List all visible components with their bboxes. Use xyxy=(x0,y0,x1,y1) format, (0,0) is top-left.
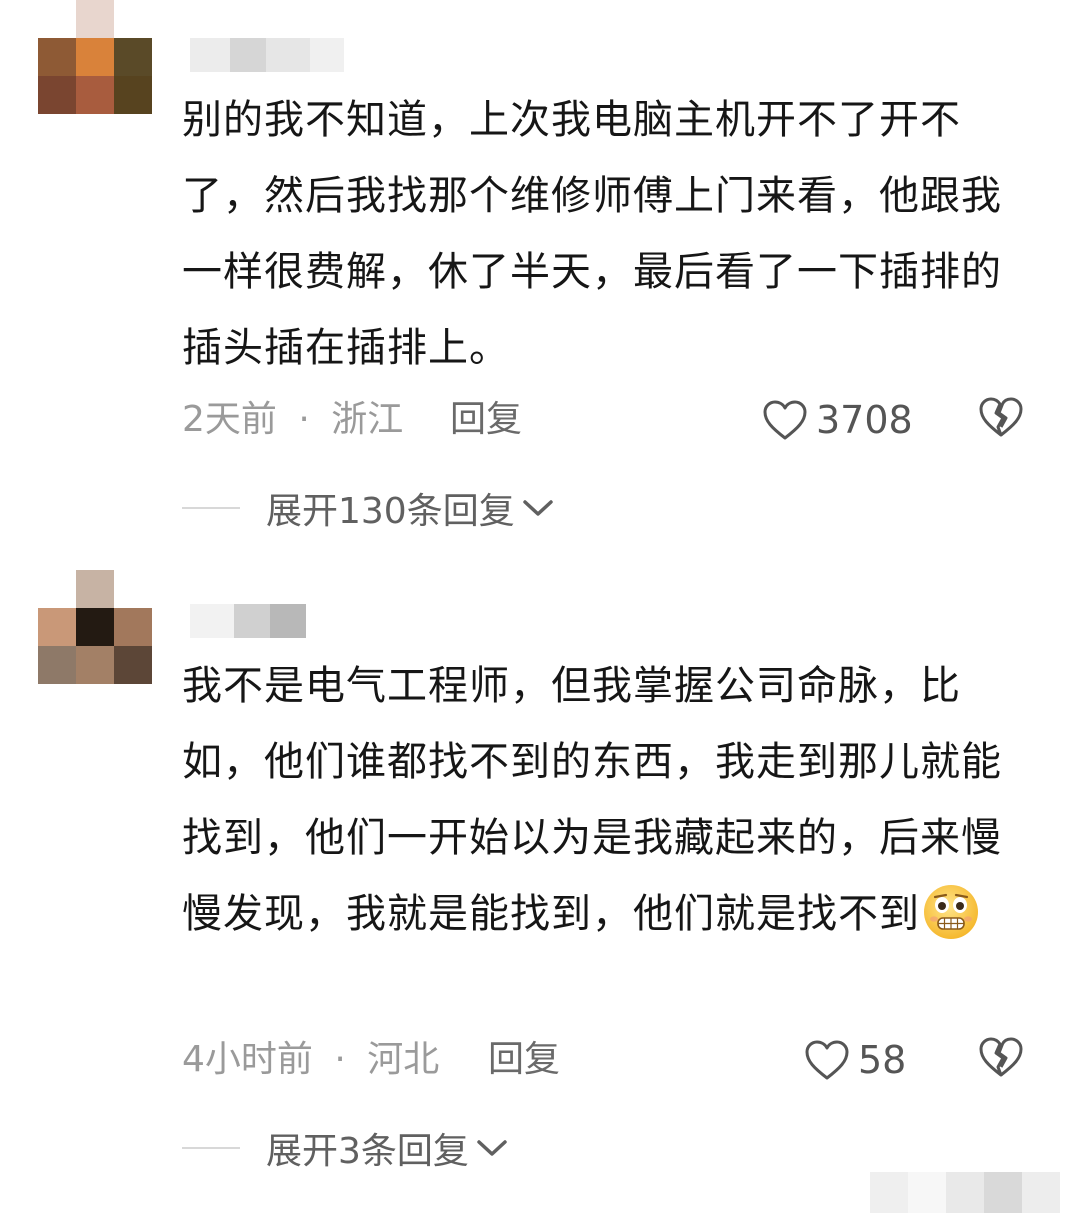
dislike-button[interactable] xyxy=(978,1036,1024,1097)
grimacing-face-emoji xyxy=(922,883,980,941)
avatar-pixel xyxy=(38,0,76,38)
broken-heart-icon xyxy=(978,1037,1024,1087)
comment-location: 河北 xyxy=(367,1039,440,1080)
comment-text-body: 我不是电气工程师，但我掌握公司命脉，比如，他们谁都找不到的东西，我走到那儿就能找… xyxy=(182,663,1002,937)
meta-separator: · xyxy=(334,1039,346,1080)
expand-divider xyxy=(182,507,240,509)
expand-replies-label: 展开130条回复 xyxy=(266,491,515,532)
comment-text: 别的我不知道，上次我电脑主机开不了开不了，然后我找那个维修师傅上门来看，他跟我一… xyxy=(182,97,1002,371)
comment-meta: 4小时前 · 河北 回复 58 xyxy=(182,1030,1042,1090)
username-blurred[interactable] xyxy=(190,38,344,72)
avatar[interactable] xyxy=(38,0,152,114)
expand-replies-label: 展开3条回复 xyxy=(266,1131,469,1172)
avatar-pixel xyxy=(38,38,76,76)
like-count: 3708 xyxy=(816,398,913,442)
username-pixel xyxy=(234,604,270,638)
like-count: 58 xyxy=(858,1038,907,1082)
avatar-pixel xyxy=(76,0,114,38)
username-pixel xyxy=(190,38,230,72)
expand-divider xyxy=(182,1147,240,1149)
username-pixel xyxy=(266,38,310,72)
avatar-pixel xyxy=(38,608,76,646)
avatar-pixel xyxy=(38,646,76,684)
username-blurred[interactable] xyxy=(190,604,306,638)
broken-heart-icon xyxy=(978,397,1024,447)
avatar-pixel xyxy=(114,570,152,608)
comment-time: 4小时前 xyxy=(182,1039,313,1080)
avatar-pixel xyxy=(76,570,114,608)
comment-text: 我不是电气工程师，但我掌握公司命脉，比如，他们谁都找不到的东西，我走到那儿就能找… xyxy=(182,648,1002,952)
meta-separator: · xyxy=(298,399,310,440)
avatar-pixel xyxy=(114,0,152,38)
avatar-pixel xyxy=(114,608,152,646)
avatar-pixel xyxy=(38,570,76,608)
chevron-down-icon xyxy=(515,496,555,520)
expand-replies[interactable]: 展开130条回复 xyxy=(182,478,555,538)
reply-button[interactable]: 回复 xyxy=(488,1030,560,1090)
avatar-pixel xyxy=(38,76,76,114)
expand-replies[interactable]: 展开3条回复 xyxy=(182,1118,509,1178)
chevron-down-icon xyxy=(469,1136,509,1160)
reply-button[interactable]: 回复 xyxy=(450,390,522,450)
blurred-watermark xyxy=(870,1172,1060,1213)
avatar-pixel xyxy=(76,76,114,114)
comment-location: 浙江 xyxy=(331,399,404,440)
like-button[interactable]: 3708 xyxy=(762,390,913,450)
heart-outline-icon xyxy=(804,1039,850,1081)
avatar-pixel xyxy=(114,76,152,114)
avatar-pixel xyxy=(76,646,114,684)
dislike-button[interactable] xyxy=(978,396,1024,457)
like-button[interactable]: 58 xyxy=(804,1030,906,1090)
username-pixel xyxy=(190,604,234,638)
comment-time-location: 4小时前 · 河北 xyxy=(182,1030,439,1090)
comment-meta: 2天前 · 浙江 回复 3708 xyxy=(182,390,1042,450)
avatar-pixel xyxy=(114,38,152,76)
username-pixel xyxy=(230,38,266,72)
avatar-pixel xyxy=(114,646,152,684)
avatar-pixel xyxy=(76,38,114,76)
username-pixel xyxy=(270,604,306,638)
avatar[interactable] xyxy=(38,570,152,684)
avatar-pixel xyxy=(76,608,114,646)
comment-time-location: 2天前 · 浙江 xyxy=(182,390,403,450)
comment-time: 2天前 xyxy=(182,399,277,440)
heart-outline-icon xyxy=(762,399,808,441)
username-pixel xyxy=(310,38,344,72)
